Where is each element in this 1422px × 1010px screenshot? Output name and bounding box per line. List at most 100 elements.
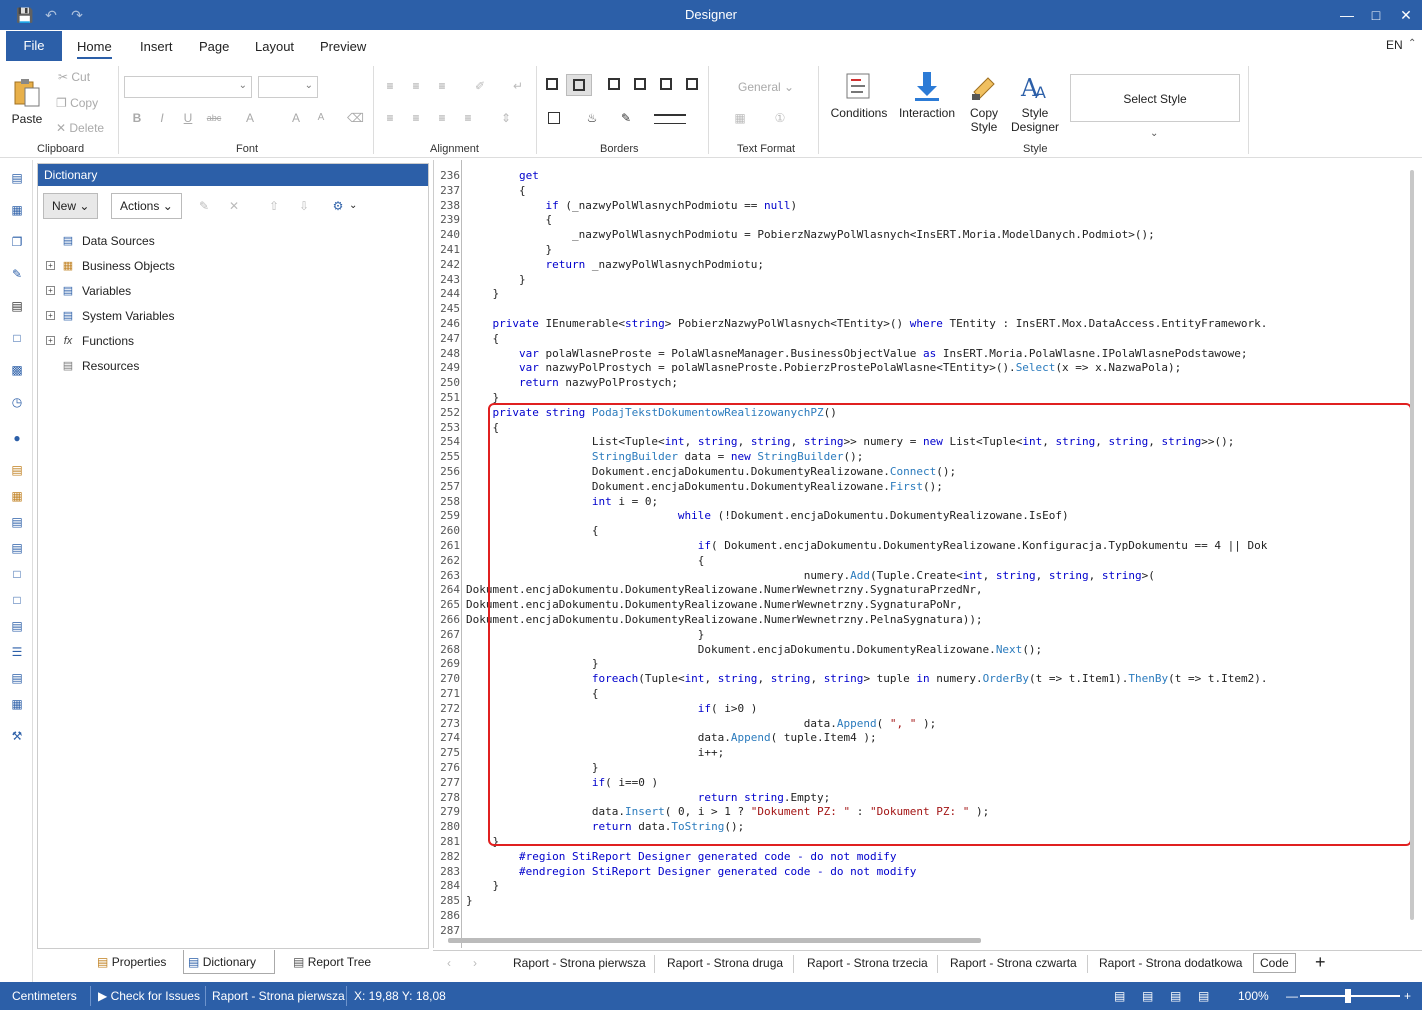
map-icon[interactable]: ●	[9, 430, 25, 446]
tab-properties[interactable]: ▤ Properties	[93, 950, 193, 974]
underline-icon[interactable]: U	[180, 110, 196, 126]
scroll-right-icon[interactable]: ›	[473, 956, 477, 970]
scroll-left-icon[interactable]: ‹	[447, 956, 451, 970]
fill-color-icon[interactable]: ♨	[584, 110, 600, 126]
font-family-combo[interactable]: ⌄	[124, 76, 252, 98]
table-icon[interactable]: ▤	[9, 514, 25, 530]
panel-icon[interactable]: ▤	[9, 540, 25, 556]
collapse-ribbon-icon[interactable]: ⌃	[1408, 38, 1416, 49]
view-normal-icon[interactable]: ▤	[1114, 989, 1125, 1003]
cross-band-icon[interactable]: ▦	[9, 202, 25, 218]
align-middle-icon[interactable]: ≡	[408, 78, 424, 94]
report-band-icon[interactable]: ▤	[9, 170, 25, 186]
tab-page-2[interactable]: Raport - Strona druga	[667, 956, 783, 970]
list-icon[interactable]: ☰	[9, 644, 25, 660]
vertical-scrollbar[interactable]	[1410, 170, 1414, 920]
border-left-icon[interactable]	[634, 78, 646, 90]
shapes-icon[interactable]: □	[9, 330, 25, 346]
tab-home[interactable]: Home	[77, 39, 112, 59]
align-top-icon[interactable]: ≡	[382, 78, 398, 94]
tab-page-1[interactable]: Raport - Strona pierwsza	[513, 956, 646, 970]
strikethrough-icon[interactable]: abc	[206, 110, 222, 126]
copy-style-button[interactable]: Copy Style	[964, 70, 1004, 134]
view-page-icon[interactable]: ▤	[1142, 989, 1153, 1003]
style-designer-button[interactable]: AA Style Designer	[1010, 70, 1060, 134]
all-borders-icon[interactable]	[546, 78, 558, 90]
shrink-font-icon[interactable]: A	[313, 110, 329, 126]
window-icon[interactable]: □	[9, 566, 25, 582]
tree-item-functions[interactable]: + fx Functions	[38, 330, 418, 352]
interaction-button[interactable]: Interaction	[896, 70, 958, 120]
edit-icon[interactable]: ✎	[196, 198, 212, 214]
conditions-button[interactable]: Conditions	[828, 70, 890, 120]
check-issues-button[interactable]: ▶ Check for Issues	[98, 989, 200, 1003]
new-button[interactable]: New ⌄	[43, 193, 99, 219]
border-color-icon[interactable]: ✎	[618, 110, 634, 126]
tab-code[interactable]: Code	[1253, 953, 1296, 973]
subreport-icon[interactable]: ▤	[9, 618, 25, 634]
border-top-icon[interactable]	[608, 78, 620, 90]
justify-icon[interactable]: ≡	[460, 110, 476, 126]
expand-icon[interactable]: +	[46, 311, 55, 320]
calendar-icon[interactable]: ▦	[9, 488, 25, 504]
expand-icon[interactable]: +	[46, 336, 55, 345]
text-format-combo[interactable]: General ⌄	[738, 80, 794, 94]
zoom-out-icon[interactable]: —	[1286, 989, 1298, 1003]
expand-icon[interactable]: +	[46, 286, 55, 295]
number-format-icon[interactable]: ▦	[732, 110, 748, 126]
add-page-icon[interactable]: +	[1315, 952, 1326, 973]
move-up-icon[interactable]: ⇧	[266, 198, 282, 214]
tab-insert[interactable]: Insert	[140, 39, 173, 54]
zoom-in-icon[interactable]: +	[1404, 989, 1411, 1003]
tab-dictionary[interactable]: ▤ Dictionary	[183, 950, 275, 974]
italic-icon[interactable]: I	[154, 110, 170, 126]
align-bottom-icon[interactable]: ≡	[434, 78, 450, 94]
tree-item-variables[interactable]: + ▤ Variables	[38, 280, 418, 302]
align-right-icon[interactable]: ≡	[434, 110, 450, 126]
shape-icon[interactable]: ✎	[9, 266, 25, 282]
actions-button[interactable]: Actions ⌄	[111, 193, 182, 219]
delete-button[interactable]: ✕ Delete	[56, 121, 104, 135]
chevron-down-icon[interactable]: ⌄	[1150, 128, 1158, 139]
tab-page-4[interactable]: Raport - Strona czwarta	[950, 956, 1077, 970]
format-painter-icon[interactable]: ✐	[472, 78, 488, 94]
close-icon[interactable]: ✕	[1391, 0, 1421, 30]
tree-item-resources[interactable]: ▤ Resources	[38, 355, 418, 377]
tab-preview[interactable]: Preview	[320, 39, 366, 54]
tree-item-business-objects[interactable]: + ▦ Business Objects	[38, 255, 418, 277]
units-selector[interactable]: Centimeters	[12, 989, 77, 1003]
select-style-box[interactable]: Select Style	[1070, 74, 1240, 122]
move-down-icon[interactable]: ⇩	[296, 198, 312, 214]
language-selector[interactable]: EN	[1386, 38, 1403, 52]
chevron-down-icon[interactable]: ⌄	[349, 200, 357, 211]
cut-button[interactable]: ✂ Cut	[58, 70, 90, 84]
line-spacing-icon[interactable]: ⇕	[498, 110, 514, 126]
tools-icon[interactable]: ⚒	[9, 728, 25, 744]
component-icon[interactable]: ❐	[9, 234, 25, 250]
richtext-icon[interactable]: ▤	[9, 670, 25, 686]
tab-page[interactable]: Page	[199, 39, 229, 54]
border-style-icon[interactable]	[654, 114, 686, 124]
copy-button[interactable]: ❐ Copy	[56, 96, 98, 110]
align-center-icon[interactable]: ≡	[408, 110, 424, 126]
tab-report-tree[interactable]: ▤ Report Tree	[289, 950, 389, 974]
container-icon[interactable]: □	[9, 592, 25, 608]
tab-page-5[interactable]: Raport - Strona dodatkowa	[1099, 956, 1242, 970]
barcode-icon[interactable]: ▤	[9, 298, 25, 314]
align-left-icon[interactable]: ≡	[382, 110, 398, 126]
text-icon[interactable]: ▤	[9, 462, 25, 478]
horizontal-scrollbar[interactable]	[448, 938, 981, 943]
word-wrap-icon[interactable]: ↵	[510, 78, 526, 94]
bold-icon[interactable]: B	[129, 110, 145, 126]
paste-button[interactable]: Paste	[10, 76, 44, 126]
border-bottom-icon[interactable]	[660, 78, 672, 90]
zoom-slider-thumb[interactable]	[1345, 989, 1351, 1003]
delete-icon[interactable]: ✕	[226, 198, 242, 214]
minimize-icon[interactable]: —	[1332, 0, 1362, 30]
view-multi-icon[interactable]: ▤	[1198, 989, 1209, 1003]
font-color-icon[interactable]: A	[242, 110, 258, 126]
gauge-icon[interactable]: ◷	[9, 394, 25, 410]
expand-icon[interactable]: +	[46, 261, 55, 270]
chart-icon[interactable]: ▩	[9, 362, 25, 378]
maximize-icon[interactable]: □	[1361, 0, 1391, 30]
